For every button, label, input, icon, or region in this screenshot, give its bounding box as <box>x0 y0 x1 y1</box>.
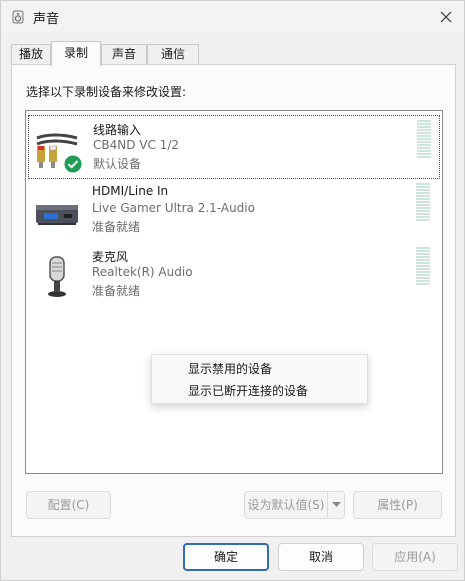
list-item-microphone[interactable]: 麦克风 Realtek(R) Audio 准备就绪 <box>28 243 440 307</box>
level-meter <box>417 120 431 160</box>
device-status: 默认设备 <box>93 157 142 171</box>
tab-communications[interactable]: 通信 <box>147 44 199 65</box>
cancel-button[interactable]: 取消 <box>278 543 364 571</box>
level-meter <box>416 183 430 223</box>
recording-panel: 选择以下录制设备来修改设置: 线路输入 CB4ND VC 1/2 默认设备 HD… <box>11 64 456 537</box>
speaker-icon <box>12 10 24 24</box>
tab-sounds[interactable]: 声音 <box>101 44 147 65</box>
menu-item-show-disabled[interactable]: 显示禁用的设备 <box>188 360 272 377</box>
set-default-dropdown[interactable] <box>327 491 345 519</box>
window-title: 声音 <box>33 12 60 27</box>
properties-button[interactable]: 属性(P) <box>353 491 442 519</box>
tab-recording[interactable]: 录制 <box>51 41 101 66</box>
configure-button[interactable]: 配置(C) <box>26 491 111 519</box>
apply-button[interactable]: 应用(A) <box>372 543 458 571</box>
capture-device-icon <box>36 205 78 225</box>
device-list[interactable]: 线路输入 CB4ND VC 1/2 默认设备 HDMI/Line In Live… <box>25 110 443 474</box>
menu-item-show-disconnected[interactable]: 显示已断开连接的设备 <box>188 382 308 399</box>
level-meter <box>416 247 430 287</box>
device-detail: Realtek(R) Audio <box>92 265 193 279</box>
device-name: 麦克风 <box>92 250 129 264</box>
microphone-icon <box>48 256 66 297</box>
close-icon[interactable] <box>434 5 458 29</box>
context-menu: 显示禁用的设备 显示已断开连接的设备 <box>151 354 368 404</box>
instruction-text: 选择以下录制设备来修改设置: <box>26 85 187 99</box>
device-status: 准备就绪 <box>92 220 141 234</box>
tab-playback[interactable]: 播放 <box>11 44 51 65</box>
title-bar[interactable]: 声音 <box>1 1 464 33</box>
device-name: HDMI/Line In <box>92 184 169 198</box>
sound-dialog: 声音 播放 录制 声音 通信 选择以下录制设备来修改设置: 线路输入 CB4ND… <box>0 0 465 581</box>
chevron-down-icon <box>332 502 341 507</box>
list-item-line-in[interactable]: 线路输入 CB4ND VC 1/2 默认设备 <box>28 115 440 179</box>
ok-button[interactable]: 确定 <box>183 543 269 571</box>
device-detail: Live Gamer Ultra 2.1-Audio <box>92 201 255 215</box>
device-detail: CB4ND VC 1/2 <box>93 138 179 152</box>
list-item-hdmi-line-in[interactable]: HDMI/Line In Live Gamer Ultra 2.1-Audio … <box>28 179 440 243</box>
device-name: 线路输入 <box>93 123 142 137</box>
default-check-icon <box>63 154 83 174</box>
device-status: 准备就绪 <box>92 284 141 298</box>
set-default-button[interactable]: 设为默认值(S) <box>244 491 328 519</box>
